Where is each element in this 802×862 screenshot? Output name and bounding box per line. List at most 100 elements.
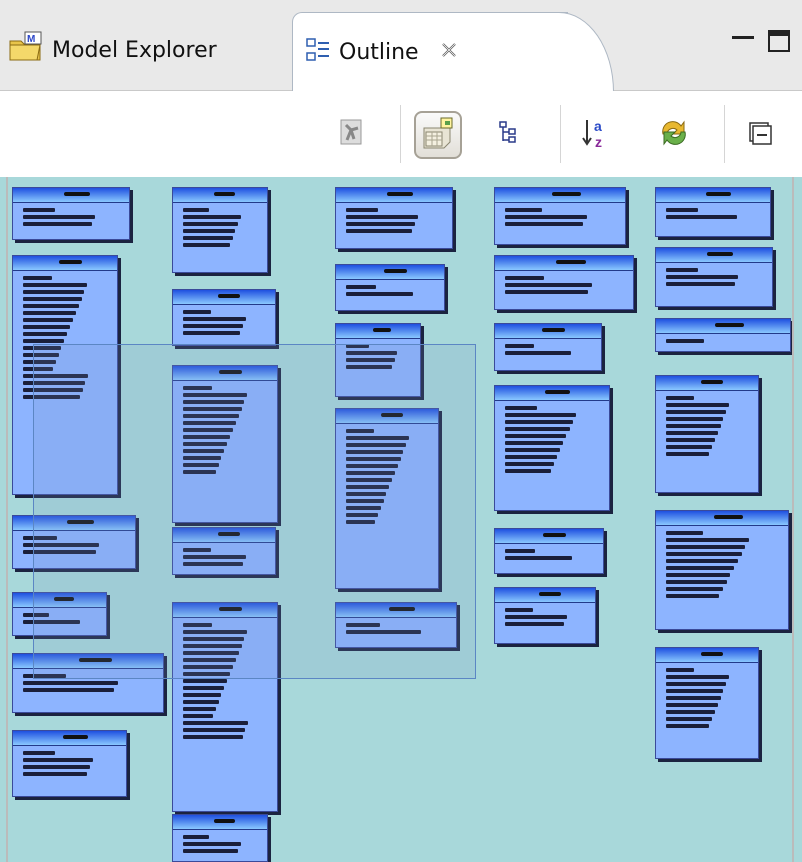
overview-diagram-icon <box>421 116 455 154</box>
table-thumbnail-row <box>23 290 85 294</box>
toolbar-separator <box>400 105 401 163</box>
table-thumbnail-row <box>183 728 246 732</box>
table-thumbnail-header <box>656 319 790 334</box>
sync-button[interactable] <box>650 111 698 159</box>
table-thumbnail-row <box>23 276 52 280</box>
svg-text:a: a <box>594 118 602 134</box>
overview-diagram-button[interactable] <box>414 111 462 159</box>
table-thumbnail <box>172 289 276 346</box>
table-thumbnail-row <box>505 608 533 612</box>
table-thumbnail-row <box>183 714 213 718</box>
filter-button[interactable] <box>330 111 378 159</box>
table-thumbnail-row <box>23 297 82 301</box>
table-thumbnail-row <box>666 703 718 707</box>
table-thumbnail-row <box>505 351 571 355</box>
table-thumbnail-row <box>183 679 228 683</box>
close-icon[interactable] <box>439 40 459 65</box>
table-thumbnail <box>655 375 759 493</box>
table-thumbnail-row <box>666 573 731 577</box>
svg-text:z: z <box>595 134 602 150</box>
table-thumbnail-header <box>656 188 770 203</box>
table-thumbnail-row <box>183 310 212 314</box>
table-thumbnail <box>12 730 127 797</box>
table-thumbnail-row <box>505 462 554 466</box>
collapse-all-icon <box>748 121 772 149</box>
table-thumbnail-row <box>505 427 570 431</box>
outline-overview-canvas[interactable] <box>0 177 802 862</box>
table-thumbnail-row <box>183 222 239 226</box>
tab-model-explorer[interactable]: M Model Explorer <box>8 14 290 86</box>
table-thumbnail-row <box>666 566 735 570</box>
outline-toolbar: a z <box>0 91 802 175</box>
table-thumbnail-row <box>183 208 209 212</box>
table-thumbnail-row <box>183 721 249 725</box>
table-thumbnail-row <box>666 424 721 428</box>
table-thumbnail-row <box>666 403 729 407</box>
table-thumbnail-header <box>495 588 595 603</box>
table-thumbnail-row <box>183 700 219 704</box>
sync-icon <box>657 118 691 152</box>
table-thumbnail-header <box>173 815 267 830</box>
table-thumbnail-header <box>495 324 601 339</box>
table-thumbnail-row <box>183 707 216 711</box>
table-thumbnail-row <box>23 215 96 219</box>
collapse-all-button[interactable] <box>736 111 784 159</box>
table-thumbnail-row <box>183 243 231 247</box>
table-thumbnail-row <box>346 285 376 289</box>
table-thumbnail-row <box>23 325 71 329</box>
table-thumbnail-header <box>173 290 275 305</box>
minimize-icon[interactable] <box>732 36 754 39</box>
table-thumbnail-row <box>23 758 94 762</box>
table-thumbnail-row <box>23 208 56 212</box>
table-thumbnail-header <box>13 256 117 271</box>
toolbar-separator <box>724 105 725 163</box>
maximize-icon[interactable] <box>768 30 790 52</box>
table-thumbnail-row <box>23 283 88 287</box>
table-thumbnail-row <box>505 615 567 619</box>
table-thumbnail-header <box>656 376 758 391</box>
table-thumbnail-header <box>656 648 758 663</box>
table-thumbnail-row <box>505 420 573 424</box>
table-thumbnail-row <box>183 215 241 219</box>
table-thumbnail-row <box>666 710 715 714</box>
table-thumbnail-row <box>23 339 65 343</box>
viewport-rectangle[interactable] <box>33 344 476 679</box>
table-thumbnail-header <box>495 529 603 544</box>
table-thumbnail-row <box>666 717 713 721</box>
tree-button[interactable] <box>486 111 534 159</box>
table-thumbnail-row <box>505 556 572 560</box>
table-thumbnail <box>494 255 634 310</box>
table-thumbnail-row <box>23 765 91 769</box>
table-thumbnail-row <box>666 724 710 728</box>
table-thumbnail-header <box>336 324 420 339</box>
table-thumbnail-row <box>666 594 720 598</box>
table-thumbnail-row <box>183 686 225 690</box>
table-thumbnail-header <box>173 188 267 203</box>
table-thumbnail <box>172 814 268 862</box>
table-thumbnail-row <box>23 688 114 692</box>
table-thumbnail-row <box>666 282 736 286</box>
table-thumbnail-row <box>666 208 698 212</box>
table-thumbnail-row <box>505 448 561 452</box>
table-thumbnail <box>12 187 130 240</box>
table-thumbnail-header <box>495 256 633 271</box>
sort-alpha-button[interactable]: a z <box>574 111 622 159</box>
table-thumbnail-row <box>183 693 222 697</box>
table-thumbnail-row <box>666 545 746 549</box>
table-thumbnail-row <box>505 622 564 626</box>
outline-icon <box>305 37 331 69</box>
table-thumbnail-row <box>666 339 704 343</box>
table-thumbnail-row <box>505 455 557 459</box>
table-thumbnail <box>494 528 604 574</box>
table-thumbnail-row <box>666 417 724 421</box>
table-thumbnail-row <box>666 559 738 563</box>
table-thumbnail-row <box>505 222 584 226</box>
table-thumbnail <box>655 318 791 352</box>
table-thumbnail-row <box>666 682 727 686</box>
table-thumbnail-row <box>505 406 537 410</box>
table-thumbnail-row <box>23 304 79 308</box>
table-thumbnail-header <box>336 265 444 280</box>
table-thumbnail-row <box>183 317 246 321</box>
tab-outline[interactable]: Outline <box>292 12 614 93</box>
table-thumbnail-row <box>666 580 727 584</box>
